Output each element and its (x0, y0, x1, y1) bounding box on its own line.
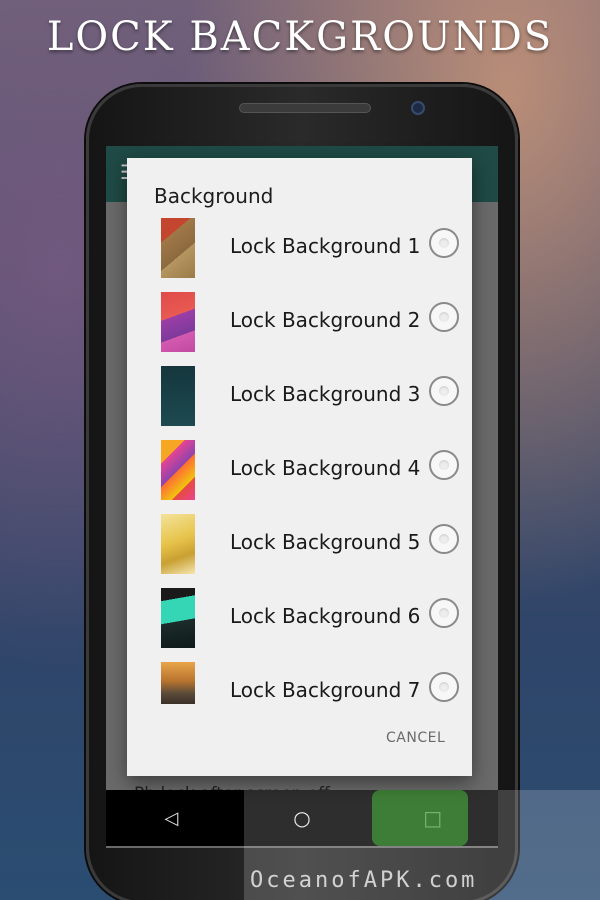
radio-button[interactable] (429, 598, 459, 628)
background-dialog: Background Lock Background 1 Lock Backgr… (127, 158, 472, 776)
radio-button[interactable] (429, 672, 459, 702)
phone-camera (411, 101, 425, 115)
option-label: Lock Background 1 (230, 234, 421, 258)
radio-button[interactable] (429, 450, 459, 480)
option-label: Lock Background 6 (230, 604, 421, 628)
thumbnail-image (161, 366, 195, 426)
promo-title: LOCK BACKGROUNDS (46, 14, 554, 60)
option-label: Lock Background 3 (230, 382, 421, 406)
android-logo-watermark (372, 790, 468, 846)
background-option-5[interactable]: Lock Background 5 (127, 514, 472, 578)
dialog-title: Background (154, 184, 274, 208)
option-label: Lock Background 7 (230, 678, 421, 702)
background-option-3[interactable]: Lock Background 3 (127, 366, 472, 430)
thumbnail-image (161, 218, 195, 278)
background-option-1[interactable]: Lock Background 1 (127, 218, 472, 282)
radio-button[interactable] (429, 376, 459, 406)
background-option-7[interactable]: Lock Background 7 (127, 662, 472, 726)
option-label: Lock Background 5 (230, 530, 421, 554)
back-icon[interactable]: ◁ (151, 808, 191, 829)
thumbnail-image (161, 588, 195, 648)
radio-button[interactable] (429, 302, 459, 332)
phone-speaker (239, 103, 371, 113)
watermark-text: OceanofAPK.com (250, 868, 478, 893)
background-option-2[interactable]: Lock Background 2 (127, 292, 472, 356)
cancel-button[interactable]: CANCEL (386, 730, 445, 746)
option-label: Lock Background 2 (230, 308, 421, 332)
background-option-4[interactable]: Lock Background 4 (127, 440, 472, 504)
radio-button[interactable] (429, 524, 459, 554)
thumbnail-image (161, 514, 195, 574)
thumbnail-image (161, 662, 195, 704)
background-option-6[interactable]: Lock Background 6 (127, 588, 472, 652)
thumbnail-image (161, 292, 195, 352)
thumbnail-image (161, 440, 195, 500)
radio-button[interactable] (429, 228, 459, 258)
option-label: Lock Background 4 (230, 456, 421, 480)
